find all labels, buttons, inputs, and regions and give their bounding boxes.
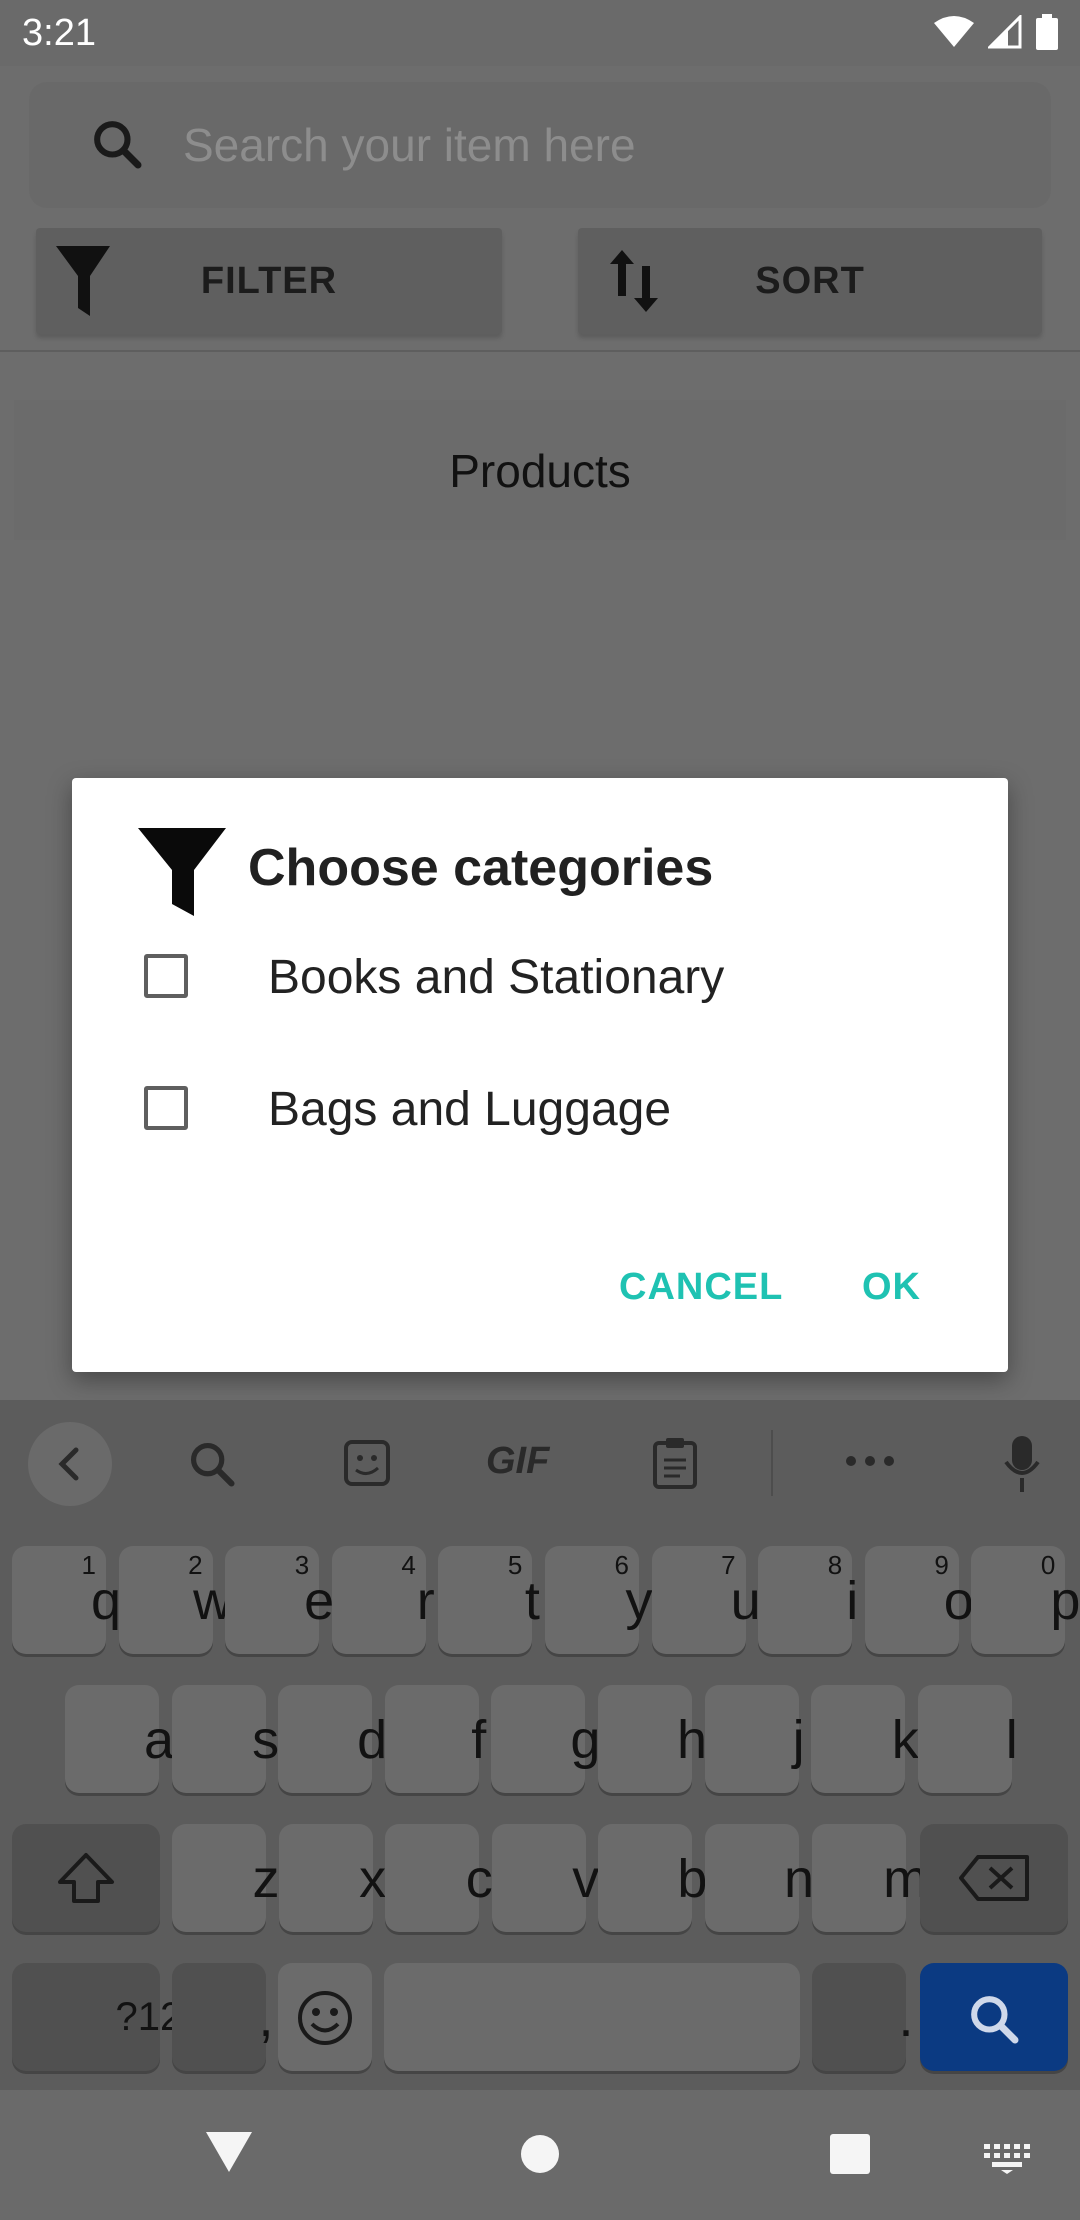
symbols-key[interactable]: ?123	[12, 1963, 204, 2071]
checkbox[interactable]	[144, 1086, 188, 1130]
key-f[interactable]: f	[384, 1685, 486, 1793]
sticker-icon[interactable]	[342, 1438, 392, 1488]
keyboard-icon[interactable]	[984, 2144, 1030, 2174]
more-icon[interactable]	[844, 1454, 896, 1468]
key-x[interactable]: x	[278, 1824, 386, 1932]
key-r[interactable]: r4	[331, 1546, 435, 1654]
products-card: Products	[14, 400, 1066, 540]
key-p[interactable]: p0	[971, 1546, 1080, 1654]
toolbar-divider	[771, 1430, 773, 1496]
key-g[interactable]: g	[491, 1685, 600, 1793]
key-z[interactable]: z	[172, 1824, 280, 1932]
filter-label: FILTER	[200, 260, 338, 302]
option-label: Books and Stationary	[268, 951, 725, 1004]
search-enter-key[interactable]	[920, 1963, 1068, 2071]
key-hint: 6	[614, 1550, 629, 1580]
filter-icon	[138, 828, 226, 916]
key-b[interactable]: b	[598, 1824, 707, 1932]
back-icon[interactable]	[206, 2132, 252, 2174]
shift-key[interactable]	[12, 1824, 160, 1932]
choose-categories-dialog: Choose categories Books and Stationary B…	[72, 778, 1008, 1372]
key-hint: 8	[827, 1550, 843, 1580]
signal-icon	[988, 15, 1022, 49]
ok-button[interactable]: OK	[862, 1266, 921, 1309]
keyboard: GIF q1w2e3r4t5y6u7i8o9p0 asdfghjk l zxcvbnm…	[0, 1400, 1080, 2090]
key-hint: 1	[81, 1550, 96, 1580]
search-input[interactable]: Search your item here	[183, 118, 636, 172]
navigation-bar	[0, 2090, 1080, 2220]
option-label: Bags and Luggage	[268, 1083, 672, 1136]
key-q[interactable]: q1	[12, 1546, 121, 1654]
search-icon[interactable]	[186, 1438, 238, 1490]
checkbox[interactable]	[144, 954, 188, 998]
key-d[interactable]: d	[278, 1685, 387, 1793]
sort-button[interactable]: SORT	[578, 228, 1042, 334]
recents-icon[interactable]	[830, 2134, 870, 2174]
key-o[interactable]: o9	[864, 1546, 974, 1654]
search-icon	[971, 1996, 1019, 2044]
key-hint: 3	[294, 1550, 310, 1580]
key-v[interactable]: v	[491, 1824, 599, 1932]
cancel-button[interactable]: CANCEL	[619, 1266, 783, 1309]
period-key[interactable]: .	[812, 1963, 914, 2071]
space-key[interactable]	[384, 1963, 800, 2071]
search-icon	[94, 121, 142, 169]
key-a[interactable]: a	[65, 1685, 174, 1793]
key-l[interactable]: l	[917, 1685, 1018, 1793]
key-e[interactable]: e3	[225, 1546, 334, 1654]
key-n[interactable]: n	[705, 1824, 814, 1932]
filter-button[interactable]: FILTER	[36, 228, 502, 334]
back-chevron-icon[interactable]	[28, 1422, 112, 1506]
key-c[interactable]: c	[385, 1824, 493, 1932]
key-m[interactable]: m	[811, 1824, 928, 1932]
keyboard-toolbar: GIF	[0, 1400, 1080, 1526]
option-books-and-stationary[interactable]: Books and Stationary	[144, 928, 944, 1038]
dialog-title: Choose categories	[248, 839, 714, 897]
home-icon[interactable]	[520, 2134, 560, 2174]
key-hint: 2	[188, 1550, 203, 1580]
clipboard-icon[interactable]	[652, 1436, 698, 1490]
sort-label: SORT	[755, 260, 865, 302]
key-label: l	[1005, 1710, 1018, 1770]
option-bags-and-luggage[interactable]: Bags and Luggage	[144, 1060, 944, 1170]
backspace-icon	[959, 1855, 1029, 1901]
key-j[interactable]: j	[704, 1685, 805, 1793]
key-hint: 9	[934, 1550, 949, 1580]
status-time: 3:21	[22, 12, 96, 54]
key-u[interactable]: u7	[651, 1546, 761, 1654]
key-w[interactable]: w2	[118, 1546, 232, 1654]
backspace-key[interactable]	[920, 1824, 1068, 1932]
key-k[interactable]: k	[811, 1685, 919, 1793]
mic-icon[interactable]	[1002, 1434, 1042, 1494]
gif-icon[interactable]: GIF	[486, 1440, 549, 1483]
key-h[interactable]: h	[598, 1685, 707, 1793]
status-bar: 3:21	[0, 0, 1080, 66]
key-hint: 5	[507, 1550, 523, 1580]
divider	[0, 350, 1080, 352]
section-title: Products	[449, 445, 631, 497]
comma-key[interactable]: ,	[172, 1963, 274, 2071]
key-hint: 0	[1040, 1550, 1056, 1580]
emoji-icon	[298, 1991, 352, 2045]
key-hint: 4	[401, 1550, 416, 1580]
key-hint: 7	[721, 1550, 736, 1580]
battery-icon	[1036, 14, 1058, 50]
emoji-key[interactable]	[278, 1963, 372, 2071]
search-bar[interactable]: Search your item here	[29, 82, 1051, 208]
key-i[interactable]: i8	[758, 1546, 858, 1654]
key-t[interactable]: t5	[438, 1546, 540, 1654]
key-s[interactable]: s	[171, 1685, 279, 1793]
wifi-icon	[934, 16, 974, 47]
shift-icon	[58, 1853, 114, 1903]
key-y[interactable]: y6	[545, 1546, 653, 1654]
